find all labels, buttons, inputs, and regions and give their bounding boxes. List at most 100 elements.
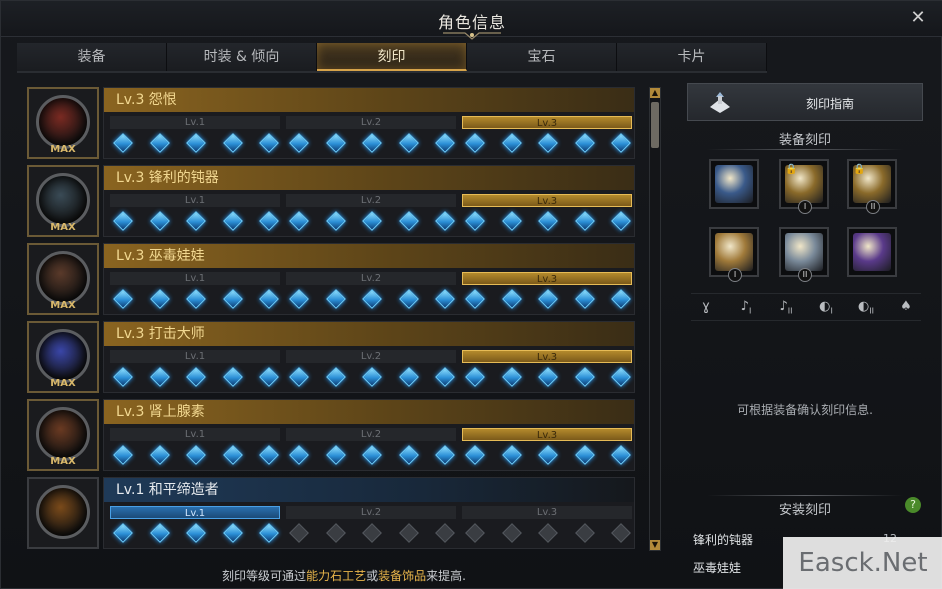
filter-earring-1-icon[interactable]: ♪I [731, 294, 761, 320]
slot-necklace[interactable] [709, 159, 759, 209]
engraving-row[interactable]: MAX Lv.3 怨恨 Lv.1 Lv.2 Lv.3 [27, 87, 639, 159]
scroll-down-icon[interactable]: ▼ [650, 540, 660, 550]
right-panel: 刻印指南 装备刻印 🔒 I 🔒 II I II ɣ ♪I ♪II ◐I ◐II ♠ 可根据装备确认刻… [687, 83, 923, 583]
gem-row [289, 523, 455, 544]
link-ability-stone[interactable]: 能力石工艺 [306, 569, 366, 583]
link-accessories[interactable]: 装备饰品 [378, 569, 426, 583]
gem-icon [465, 445, 485, 465]
engraving-icon-frame: MAX [27, 399, 99, 471]
tab-equipment[interactable]: 装备 [17, 43, 167, 71]
gem-icon [501, 445, 522, 465]
filter-stone-icon[interactable]: ♠ [891, 294, 921, 320]
stone-icon [853, 233, 891, 271]
gem-icon [435, 133, 455, 153]
gem-row [289, 133, 455, 154]
level-label: Lv.2 [286, 116, 456, 129]
max-badge: MAX [50, 378, 76, 389]
footer-hint: 刻印等级可通过能力石工艺或装备饰品来提高. [27, 567, 661, 584]
gem-icon [149, 133, 170, 153]
gem-icon [289, 289, 309, 309]
ring-2-icon [785, 233, 823, 271]
title-ornament-icon [443, 32, 501, 40]
gem-icon [362, 289, 382, 309]
gem-icon [325, 133, 346, 153]
engraving-icon-frame: MAX [27, 321, 99, 393]
level-track: Lv.1 Lv.2 Lv.3 [110, 428, 634, 468]
gem-icon [538, 133, 558, 153]
character-info-window: 角色信息 ✕ 装备 时装 & 倾向 刻印 宝石 卡片 MAX Lv.3 怨恨 Lv.… [0, 0, 942, 589]
install-engraving-title: 安装刻印 [778, 503, 831, 518]
level-segment: Lv.1 [110, 506, 282, 546]
level-segment: Lv.2 [286, 194, 458, 234]
slot-ring-2[interactable]: II [779, 227, 829, 282]
tab-gems[interactable]: 宝石 [467, 43, 617, 71]
gem-icon [149, 523, 170, 543]
level-label: Lv.1 [110, 350, 280, 363]
engraving-row[interactable]: MAX Lv.3 巫毒娃娃 Lv.1 Lv.2 Lv.3 [27, 243, 639, 315]
filter-ring-2-icon[interactable]: ◐II [851, 294, 881, 320]
gem-icon [289, 367, 309, 387]
help-button[interactable]: ? [905, 497, 921, 513]
guide-book-icon [710, 92, 730, 113]
engraving-title: Lv.3 巫毒娃娃 [104, 244, 634, 268]
gem-icon [501, 523, 522, 543]
scroll-thumb[interactable] [651, 102, 659, 148]
lock-icon: 🔒 [853, 164, 866, 175]
installed-name: 锋利的钝器 [693, 533, 754, 547]
engraving-icon-frame [27, 477, 99, 549]
gem-icon [113, 211, 133, 231]
engraving-title: Lv.3 锋利的钝器 [104, 166, 634, 190]
filter-earring-2-icon[interactable]: ♪II [771, 294, 801, 320]
scrollbar[interactable]: ▲ ▼ [649, 87, 661, 551]
level-track: Lv.1 Lv.2 Lv.3 [110, 350, 634, 390]
level-segment: Lv.2 [286, 116, 458, 156]
lock-icon: 🔒 [785, 164, 798, 175]
engraving-icon [36, 173, 90, 227]
engraving-guide-button[interactable]: 刻印指南 [687, 83, 923, 121]
gem-icon [611, 445, 631, 465]
gem-icon [222, 445, 243, 465]
max-badge: MAX [50, 456, 76, 467]
tab-cards[interactable]: 卡片 [617, 43, 767, 71]
slot-ring-1[interactable]: I [709, 227, 759, 282]
slot-earring-1[interactable]: 🔒 I [779, 159, 829, 214]
engraving-row[interactable]: MAX Lv.3 锋利的钝器 Lv.1 Lv.2 Lv.3 [27, 165, 639, 237]
engraving-row[interactable]: Lv.1 和平缔造者 Lv.1 Lv.2 Lv.3 [27, 477, 639, 549]
gem-row [465, 289, 631, 310]
close-button[interactable]: ✕ [907, 7, 929, 29]
gem-icon [611, 289, 631, 309]
gem-icon [501, 133, 522, 153]
gem-icon [398, 211, 419, 231]
level-label: Lv.2 [286, 194, 456, 207]
gem-row [113, 289, 279, 310]
slot-stone[interactable] [847, 227, 897, 277]
slot-earring-2[interactable]: 🔒 II [847, 159, 897, 214]
gem-icon [186, 523, 206, 543]
engraving-row[interactable]: MAX Lv.3 肾上腺素 Lv.1 Lv.2 Lv.3 [27, 399, 639, 471]
level-track: Lv.1 Lv.2 Lv.3 [110, 194, 634, 234]
gem-icon [611, 133, 631, 153]
gem-icon [325, 289, 346, 309]
scroll-up-icon[interactable]: ▲ [650, 88, 660, 98]
tab-engraving[interactable]: 刻印 [317, 43, 467, 71]
tab-fashion[interactable]: 时装 & 倾向 [167, 43, 317, 71]
filter-bar: ɣ ♪I ♪II ◐I ◐II ♠ [691, 293, 921, 321]
gem-icon [465, 289, 485, 309]
filter-ring-1-icon[interactable]: ◐I [811, 294, 841, 320]
gem-icon [289, 211, 309, 231]
level-segment: Lv.2 [286, 506, 458, 546]
slot-badge: II [798, 268, 812, 282]
gem-icon [574, 133, 595, 153]
engraving-row[interactable]: MAX Lv.3 打击大师 Lv.1 Lv.2 Lv.3 [27, 321, 639, 393]
gem-icon [186, 445, 206, 465]
level-segment: Lv.1 [110, 194, 282, 234]
level-segment: Lv.1 [110, 272, 282, 312]
gem-icon [435, 445, 455, 465]
level-segment: Lv.2 [286, 350, 458, 390]
filter-necklace-icon[interactable]: ɣ [691, 294, 721, 320]
engraving-list: MAX Lv.3 怨恨 Lv.1 Lv.2 Lv.3 MAX Lv.3 锋利的钝器 Lv.1 L… [27, 87, 639, 551]
gem-row [465, 523, 631, 544]
gem-icon [186, 289, 206, 309]
gem-icon [465, 133, 485, 153]
gem-row [465, 211, 631, 232]
